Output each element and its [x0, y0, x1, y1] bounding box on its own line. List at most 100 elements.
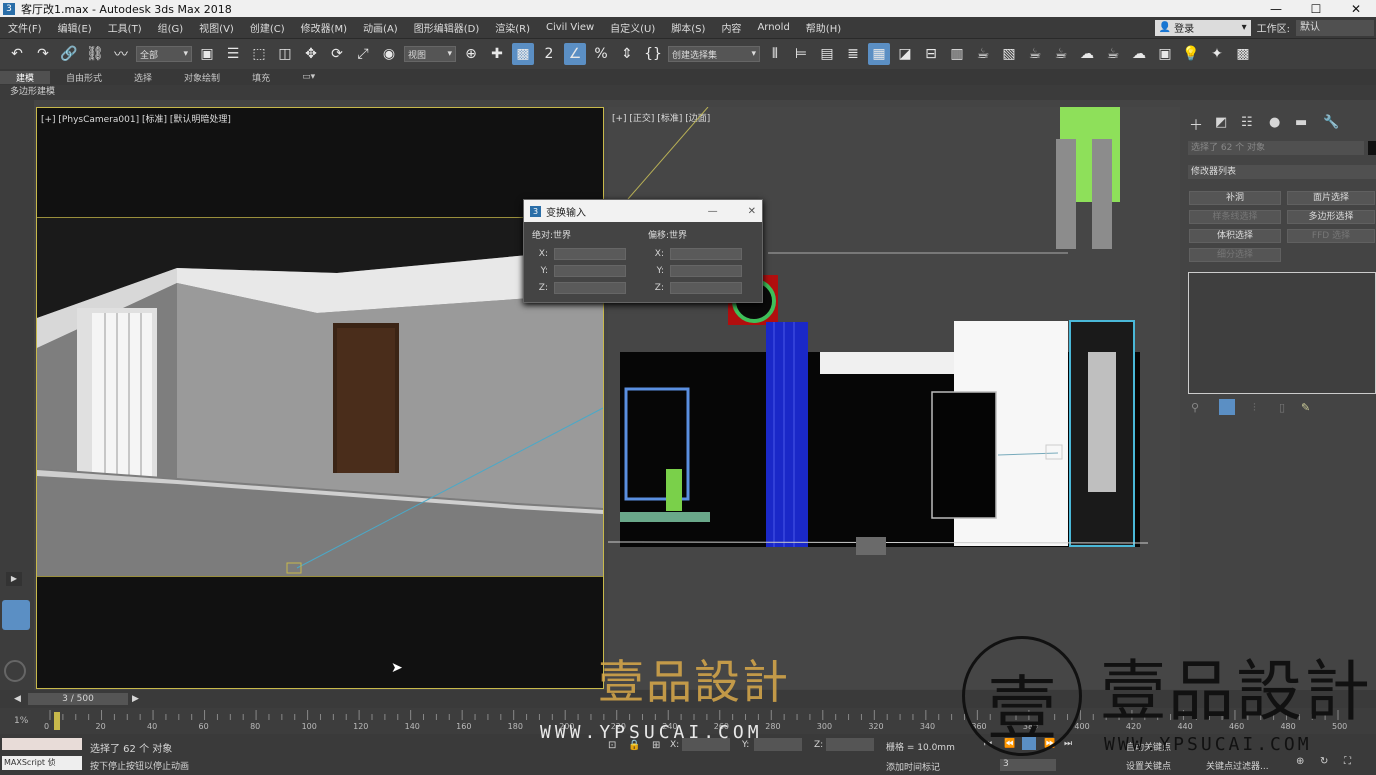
align-icon[interactable]: ⊨ — [790, 43, 812, 65]
select-by-name-icon[interactable]: ☰ — [222, 43, 244, 65]
select-manipulate-icon[interactable]: ✚ — [486, 43, 508, 65]
cap-holes-button[interactable]: 补洞 — [1189, 191, 1281, 205]
named-selection-set-select[interactable]: 创建选择集 ▾ — [668, 46, 760, 62]
menu-edit[interactable]: 编辑(E) — [50, 20, 100, 35]
maxscript-listener-top[interactable] — [2, 738, 82, 750]
subdivide-select-button[interactable]: 细分选择 — [1189, 248, 1281, 262]
workspace-select[interactable]: 默认 — [1296, 19, 1374, 36]
off-x-field[interactable] — [670, 247, 742, 260]
menu-create[interactable]: 创建(C) — [242, 20, 293, 35]
login-dropdown[interactable]: 👤 登录 ▾ — [1154, 19, 1251, 36]
front-viewport[interactable]: [+] [正交] [标准] [边面] — [608, 107, 1180, 689]
menu-tools[interactable]: 工具(T) — [100, 20, 150, 35]
display-tab-icon[interactable]: ▬ — [1295, 115, 1307, 130]
toggle-ribbon-icon[interactable]: ▦ — [868, 43, 890, 65]
menu-views[interactable]: 视图(V) — [191, 20, 242, 35]
region-select-icon[interactable]: ⬚ — [248, 43, 270, 65]
maximize-button[interactable]: ☐ — [1296, 2, 1336, 16]
go-to-end-icon[interactable]: ⏭ — [1064, 739, 1072, 749]
selection-filter-select[interactable]: 全部 ▾ — [136, 46, 192, 62]
current-frame-marker[interactable] — [54, 712, 60, 730]
scene-explorer-icon[interactable]: ▤ — [816, 43, 838, 65]
z-coord-field[interactable] — [826, 738, 874, 751]
modifier-stack[interactable] — [1188, 272, 1376, 394]
modifier-list-select[interactable]: 修改器列表 — [1188, 165, 1376, 179]
zoom-icon[interactable]: ⊕ — [1296, 756, 1304, 767]
tab-object-paint[interactable]: 对象绘制 — [168, 71, 236, 84]
menu-file[interactable]: 文件(F) — [0, 20, 50, 35]
abs-z-field[interactable] — [554, 281, 626, 294]
reference-coordinate-select[interactable]: 视图 ▾ — [404, 46, 456, 62]
dialog-close-button[interactable]: ✕ — [748, 206, 756, 217]
patch-select-button[interactable]: 面片选择 — [1287, 191, 1375, 205]
motion-tab-icon[interactable]: ● — [1269, 115, 1280, 130]
poly-select-button[interactable]: 多边形选择 — [1287, 210, 1375, 224]
open-autodesk-icon[interactable]: ▣ — [1154, 43, 1176, 65]
frame-display[interactable]: 3 / 500 — [28, 693, 128, 705]
snaps-toggle-icon[interactable]: 2 — [538, 43, 560, 65]
set-key-button[interactable]: 设置关键点 — [1126, 759, 1171, 772]
menu-animation[interactable]: 动画(A) — [355, 20, 406, 35]
render-cloud-icon[interactable]: ☁ — [1076, 43, 1098, 65]
rotate-icon[interactable]: ⟳ — [326, 43, 348, 65]
undo-icon[interactable]: ↶ — [6, 43, 28, 65]
remove-modifier-icon[interactable]: ▯ — [1279, 401, 1285, 414]
tab-populate[interactable]: 填充 — [236, 71, 286, 84]
material-editor-icon[interactable]: ▥ — [946, 43, 968, 65]
configure-modifier-sets-icon[interactable]: ✎ — [1301, 401, 1310, 414]
schematic-view-icon[interactable]: ⊟ — [920, 43, 942, 65]
menu-help[interactable]: 帮助(H) — [798, 20, 849, 35]
pin-stack-icon[interactable]: ⚲ — [1191, 401, 1199, 414]
render-setup-icon[interactable]: ☕ — [972, 43, 994, 65]
bind-spacewarp-icon[interactable]: 〰 — [110, 43, 132, 65]
show-end-result-icon[interactable] — [1219, 399, 1235, 415]
select-object-icon[interactable]: ▣ — [196, 43, 218, 65]
menu-arnold[interactable]: Arnold — [749, 22, 797, 33]
menu-modifiers[interactable]: 修改器(M) — [293, 20, 355, 35]
tab-freeform[interactable]: 自由形式 — [50, 71, 118, 84]
prev-frame-icon[interactable]: ◀ — [14, 694, 21, 704]
edit-named-selection-icon[interactable]: {} — [642, 43, 664, 65]
off-z-field[interactable] — [670, 281, 742, 294]
menu-scripting[interactable]: 脚本(S) — [663, 20, 713, 35]
modify-tab-icon[interactable]: ◩ — [1215, 115, 1227, 130]
abs-x-field[interactable] — [554, 247, 626, 260]
place-icon[interactable]: ◉ — [378, 43, 400, 65]
add-time-tag-text[interactable]: 添加时间标记 — [886, 760, 940, 773]
orbit-icon[interactable]: ↻ — [1320, 756, 1328, 767]
make-unique-icon[interactable]: ⫶ — [1253, 401, 1256, 415]
utilities-tab-icon[interactable]: 🔧 — [1323, 115, 1339, 130]
menu-civil-view[interactable]: Civil View — [538, 22, 602, 33]
layer-explorer-icon[interactable]: ≣ — [842, 43, 864, 65]
maxscript-listener[interactable]: MAXScript 侦 — [2, 756, 82, 770]
window-crossing-icon[interactable]: ◫ — [274, 43, 296, 65]
render-production-icon[interactable]: ☕ — [1024, 43, 1046, 65]
create-tab-icon[interactable]: ＋ — [1189, 115, 1203, 135]
object-name-field[interactable]: 选择了 62 个 对象 — [1188, 141, 1364, 155]
menu-customize[interactable]: 自定义(U) — [602, 20, 663, 35]
hierarchy-tab-icon[interactable]: ☷ — [1241, 115, 1253, 130]
redo-icon[interactable]: ↷ — [32, 43, 54, 65]
unlink-icon[interactable]: ⛓ — [84, 43, 106, 65]
viewport-layout-icon[interactable] — [2, 600, 30, 630]
link-icon[interactable]: 🔗 — [58, 43, 80, 65]
close-button[interactable]: ✕ — [1336, 2, 1376, 16]
dialog-minimize-button[interactable]: — — [708, 206, 718, 217]
a360-cloud-icon[interactable]: ☁ — [1128, 43, 1150, 65]
settings-gear-icon[interactable] — [4, 660, 26, 682]
menu-rendering[interactable]: 渲染(R) — [487, 20, 538, 35]
spinner-snap-icon[interactable]: ⇕ — [616, 43, 638, 65]
next-frame-icon[interactable]: ▶ — [132, 694, 139, 704]
key-filters-button[interactable]: 关键点过滤器... — [1206, 759, 1269, 772]
ffd-select-button[interactable]: FFD 选择 — [1287, 229, 1375, 243]
minimize-button[interactable]: — — [1256, 2, 1296, 16]
spline-select-button[interactable]: 样条线选择 — [1189, 210, 1281, 224]
light-bulb-icon[interactable]: 💡 — [1180, 43, 1202, 65]
dialog-titlebar[interactable]: 3 变换输入 — ✕ — [524, 200, 762, 222]
scale-icon[interactable]: ⤢ — [352, 43, 374, 65]
angle-snap-icon[interactable]: ∠ — [564, 43, 586, 65]
keyboard-shortcut-override-icon[interactable]: ▩ — [512, 43, 534, 65]
tab-modeling[interactable]: 建模 — [0, 70, 51, 84]
menu-group[interactable]: 组(G) — [150, 20, 192, 35]
render-iterative-icon[interactable]: ☕ — [1050, 43, 1072, 65]
